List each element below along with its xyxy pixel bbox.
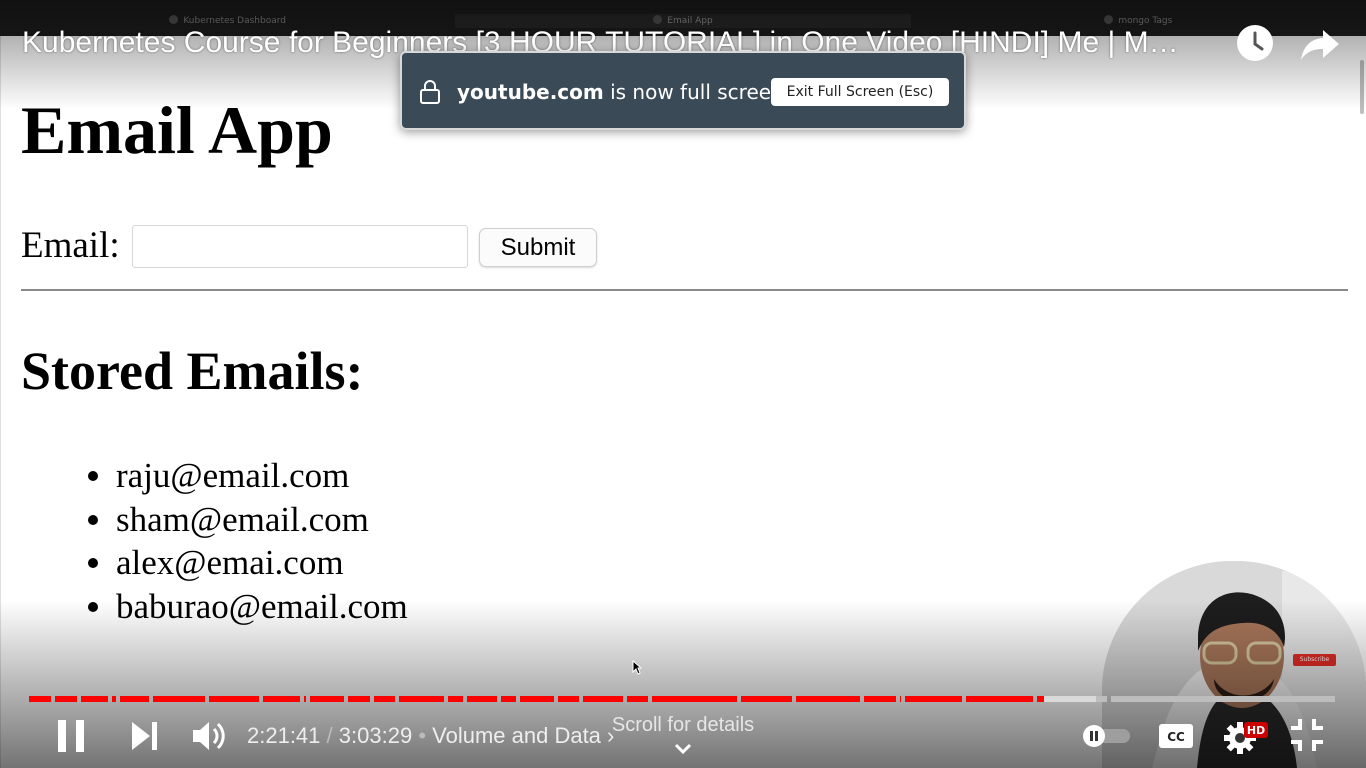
list-item: baburao@email.com (88, 585, 408, 629)
progress-segment[interactable] (652, 696, 738, 702)
bullet-icon (88, 558, 98, 568)
page-icon (653, 15, 663, 24)
progress-segment[interactable] (741, 696, 793, 702)
email-text: baburao@email.com (116, 586, 408, 626)
subscribe-badge[interactable]: Subscribe (1293, 654, 1336, 666)
progress-segment[interactable] (152, 696, 205, 702)
chevron-down-icon[interactable] (674, 742, 692, 756)
progress-segment[interactable] (796, 696, 861, 702)
progress-segment[interactable] (500, 696, 517, 702)
email-label: Email: (21, 225, 120, 266)
progress-segment[interactable] (262, 696, 301, 702)
progress-segment[interactable] (112, 696, 116, 702)
page-title: Email App (21, 92, 333, 168)
notice-domain: youtube.com (457, 80, 604, 104)
progress-segment[interactable] (966, 696, 1033, 702)
bullet-icon (88, 471, 98, 481)
progress-segment[interactable] (864, 696, 896, 702)
mongo-icon (1104, 15, 1114, 24)
hd-badge-text: HD (1247, 724, 1265, 737)
chapter-dot: • (418, 723, 427, 748)
progress-segment[interactable] (448, 696, 463, 702)
progress-segment[interactable] (899, 696, 901, 702)
progress-segment[interactable] (80, 696, 109, 702)
exit-fullscreen-icon[interactable] (1288, 716, 1326, 754)
fullscreen-notice-text: youtube.com is now full screen (457, 77, 784, 107)
progress-bar[interactable] (29, 696, 1337, 702)
progress-segment[interactable] (347, 696, 370, 702)
list-item: sham@email.com (88, 498, 408, 542)
divider (21, 289, 1348, 291)
notice-message: is now full screen (610, 80, 784, 104)
progress-segment[interactable] (373, 696, 395, 702)
autoplay-toggle[interactable] (1082, 724, 1132, 748)
progress-segment[interactable] (1111, 696, 1335, 702)
kubernetes-icon (169, 15, 179, 24)
progress-segment[interactable] (466, 696, 497, 702)
progress-segment[interactable] (398, 696, 445, 702)
progress-segment[interactable] (1036, 696, 1044, 702)
cc-icon[interactable]: CC (1158, 722, 1194, 750)
list-item: raju@email.com (88, 454, 408, 498)
scroll-for-details[interactable]: Scroll for details (583, 711, 783, 739)
progress-segment[interactable] (582, 696, 624, 702)
fullscreen-notice: youtube.com is now full screen Exit Full… (400, 51, 966, 130)
clock-icon[interactable] (1234, 22, 1276, 64)
progress-segment[interactable] (520, 696, 555, 702)
share-arrow-icon[interactable] (1299, 22, 1341, 64)
time-display: 2:21:41 / 3:03:29 • Volume and Data › (247, 722, 614, 750)
volume-icon[interactable] (190, 716, 226, 756)
progress-segment[interactable] (627, 696, 649, 702)
lock-icon (420, 80, 440, 104)
progress-segment[interactable] (904, 696, 963, 702)
progress-segment[interactable] (1096, 696, 1108, 702)
submit-button[interactable]: Submit (479, 228, 597, 267)
progress-segment[interactable] (208, 696, 259, 702)
pause-icon[interactable] (54, 716, 88, 756)
email-text: alex@emai.com (116, 543, 344, 582)
progress-segment[interactable] (558, 696, 579, 702)
current-time: 2:21:41 (247, 723, 321, 748)
exit-fullscreen-button[interactable]: Exit Full Screen (Esc) (771, 78, 949, 106)
mouse-cursor-icon (632, 660, 642, 675)
stored-emails-heading: Stored Emails: (21, 341, 364, 401)
bullet-icon (88, 601, 98, 612)
next-icon[interactable] (128, 718, 160, 754)
email-list: raju@email.com sham@email.com alex@emai.… (88, 454, 408, 629)
progress-segment[interactable] (29, 696, 51, 702)
progress-segment[interactable] (304, 696, 306, 702)
progress-segment[interactable] (1044, 696, 1097, 702)
progress-segment[interactable] (119, 696, 149, 702)
duration: 3:03:29 (338, 723, 413, 748)
email-text: raju@email.com (116, 456, 350, 495)
svg-text:CC: CC (1167, 730, 1185, 744)
progress-segment[interactable] (309, 696, 344, 702)
time-separator: / (326, 723, 333, 748)
chapter-title[interactable]: Volume and Data (432, 723, 601, 748)
bullet-icon (88, 514, 98, 525)
email-text: sham@email.com (116, 499, 369, 539)
page-scrollbar[interactable] (1360, 60, 1364, 114)
list-item: alex@emai.com (88, 541, 408, 585)
gear-icon[interactable]: HD (1222, 716, 1268, 758)
progress-segment[interactable] (54, 696, 77, 702)
email-input[interactable] (132, 225, 468, 268)
